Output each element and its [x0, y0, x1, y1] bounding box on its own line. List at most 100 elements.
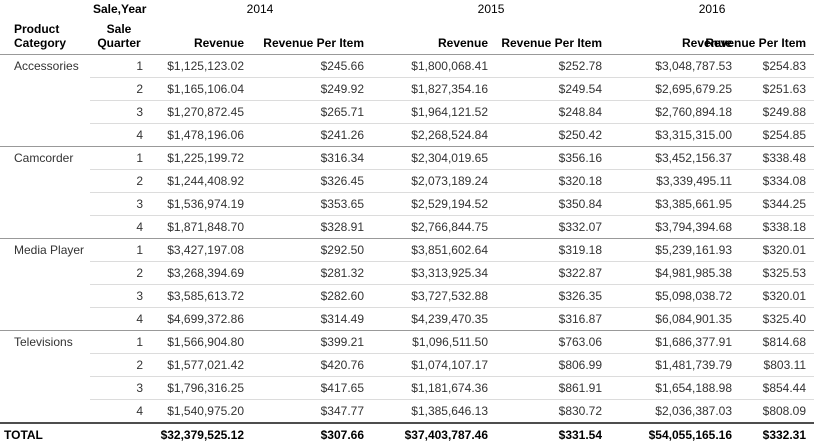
revenue-cell: $1,270,872.45: [148, 101, 252, 124]
sale-quarter-cell: 2: [90, 78, 148, 101]
revenue-cell: $4,699,372.86: [148, 308, 252, 331]
revenue-per-item-cell: $314.49: [252, 308, 372, 331]
table-row: 3$1,536,974.19$353.65$2,529,194.52$350.8…: [0, 193, 814, 216]
revenue-cell: $1,964,121.52: [372, 101, 496, 124]
revenue-per-item-cell: $803.11: [740, 354, 814, 377]
revenue-per-item-header-2015: Revenue Per Item: [496, 19, 610, 55]
table-row: Accessories1$1,125,123.02$245.66$1,800,0…: [0, 55, 814, 78]
table-header: Sale,Year 2014 2015 2016 Product Categor…: [0, 0, 814, 55]
revenue-cell: $1,125,123.02: [148, 55, 252, 78]
year-header-2016: 2016: [610, 0, 814, 19]
revenue-per-item-cell: $338.48: [740, 147, 814, 170]
revenue-cell: $3,315,315.00: [610, 124, 740, 147]
row-dimension-header: Product Category: [0, 19, 90, 55]
revenue-cell: $1,074,107.17: [372, 354, 496, 377]
revenue-per-item-cell: $763.06: [496, 331, 610, 354]
sale-quarter-cell: 4: [90, 308, 148, 331]
revenue-per-item-cell: $249.54: [496, 78, 610, 101]
crosstab-table: Sale,Year 2014 2015 2016 Product Categor…: [0, 0, 814, 445]
table-row: Televisions1$1,566,904.80$399.21$1,096,5…: [0, 331, 814, 354]
revenue-cell: $1,577,021.42: [148, 354, 252, 377]
revenue-cell: $1,096,511.50: [372, 331, 496, 354]
corner-cell: [0, 0, 90, 19]
revenue-per-item-cell: $316.34: [252, 147, 372, 170]
revenue-cell: $3,452,156.37: [610, 147, 740, 170]
sale-quarter-cell: 4: [90, 400, 148, 424]
revenue-cell: $5,239,161.93: [610, 239, 740, 262]
revenue-per-item-cell: $254.85: [740, 124, 814, 147]
revenue-cell: $3,313,925.34: [372, 262, 496, 285]
revenue-cell: $3,048,787.53: [610, 55, 740, 78]
revenue-cell: $2,695,679.25: [610, 78, 740, 101]
product-category-cell: Camcorder: [0, 147, 90, 239]
revenue-per-item-cell: $353.65: [252, 193, 372, 216]
revenue-cell: $2,760,894.18: [610, 101, 740, 124]
revenue-per-item-cell: $356.16: [496, 147, 610, 170]
table-row: 3$1,796,316.25$417.65$1,181,674.36$861.9…: [0, 377, 814, 400]
revenue-cell: $2,036,387.03: [610, 400, 740, 424]
table-body: Accessories1$1,125,123.02$245.66$1,800,0…: [0, 55, 814, 445]
total-revenue-cell: $32,379,525.12: [148, 423, 252, 445]
revenue-per-item-header-2016: Revenue Per Item: [740, 19, 814, 55]
revenue-cell: $1,827,354.16: [372, 78, 496, 101]
revenue-per-item-cell: $252.78: [496, 55, 610, 78]
sale-quarter-cell: 2: [90, 170, 148, 193]
revenue-cell: $2,529,194.52: [372, 193, 496, 216]
revenue-per-item-cell: $248.84: [496, 101, 610, 124]
revenue-cell: $2,268,524.84: [372, 124, 496, 147]
revenue-per-item-cell: $319.18: [496, 239, 610, 262]
sale-quarter-cell: 1: [90, 239, 148, 262]
table-row: 2$1,577,021.42$420.76$1,074,107.17$806.9…: [0, 354, 814, 377]
total-revenue-cell: $37,403,787.46: [372, 423, 496, 445]
revenue-per-item-cell: $292.50: [252, 239, 372, 262]
revenue-header-2015: Revenue: [372, 19, 496, 55]
total-revenue-cell: $54,055,165.16: [610, 423, 740, 445]
sale-quarter-cell: 4: [90, 216, 148, 239]
revenue-per-item-cell: $282.60: [252, 285, 372, 308]
table-row: Camcorder1$1,225,199.72$316.34$2,304,019…: [0, 147, 814, 170]
quarter-dimension-line1: Sale: [90, 22, 148, 36]
year-header-2015: 2015: [372, 0, 610, 19]
year-header-2014: 2014: [148, 0, 372, 19]
revenue-per-item-cell: $399.21: [252, 331, 372, 354]
revenue-cell: $1,478,196.06: [148, 124, 252, 147]
table-row: 4$1,478,196.06$241.26$2,268,524.84$250.4…: [0, 124, 814, 147]
revenue-cell: $1,796,316.25: [148, 377, 252, 400]
revenue-per-item-cell: $254.83: [740, 55, 814, 78]
sale-quarter-cell: 1: [90, 147, 148, 170]
row-dimension-line2: Category: [14, 36, 90, 50]
revenue-per-item-cell: $245.66: [252, 55, 372, 78]
revenue-cell: $3,339,495.11: [610, 170, 740, 193]
revenue-per-item-cell: $814.68: [740, 331, 814, 354]
table-row: 3$3,585,613.72$282.60$3,727,532.88$326.3…: [0, 285, 814, 308]
revenue-header-2014: Revenue: [148, 19, 252, 55]
table-row: 4$1,871,848.70$328.91$2,766,844.75$332.0…: [0, 216, 814, 239]
revenue-cell: $5,098,038.72: [610, 285, 740, 308]
revenue-per-item-header-2014: Revenue Per Item: [252, 19, 372, 55]
revenue-cell: $3,385,661.95: [610, 193, 740, 216]
revenue-cell: $1,536,974.19: [148, 193, 252, 216]
year-header-row: Sale,Year 2014 2015 2016: [0, 0, 814, 19]
sale-quarter-cell: 2: [90, 262, 148, 285]
revenue-cell: $4,981,985.38: [610, 262, 740, 285]
table-row: 3$1,270,872.45$265.71$1,964,121.52$248.8…: [0, 101, 814, 124]
table-row: Media Player1$3,427,197.08$292.50$3,851,…: [0, 239, 814, 262]
revenue-per-item-cell: $344.25: [740, 193, 814, 216]
product-category-cell: Accessories: [0, 55, 90, 147]
revenue-cell: $1,566,904.80: [148, 331, 252, 354]
column-dimension-label: Sale,Year: [90, 0, 148, 19]
revenue-per-item-cell: $326.35: [496, 285, 610, 308]
sale-quarter-cell: 1: [90, 331, 148, 354]
product-category-cell: Televisions: [0, 331, 90, 424]
revenue-per-item-cell: $420.76: [252, 354, 372, 377]
revenue-cell: $3,794,394.68: [610, 216, 740, 239]
revenue-per-item-cell: $350.84: [496, 193, 610, 216]
revenue-per-item-cell: $328.91: [252, 216, 372, 239]
revenue-cell: $6,084,901.35: [610, 308, 740, 331]
revenue-cell: $1,181,674.36: [372, 377, 496, 400]
revenue-per-item-cell: $320.01: [740, 285, 814, 308]
revenue-cell: $1,225,199.72: [148, 147, 252, 170]
sale-quarter-cell: 3: [90, 101, 148, 124]
revenue-per-item-cell: $806.99: [496, 354, 610, 377]
revenue-cell: $2,073,189.24: [372, 170, 496, 193]
